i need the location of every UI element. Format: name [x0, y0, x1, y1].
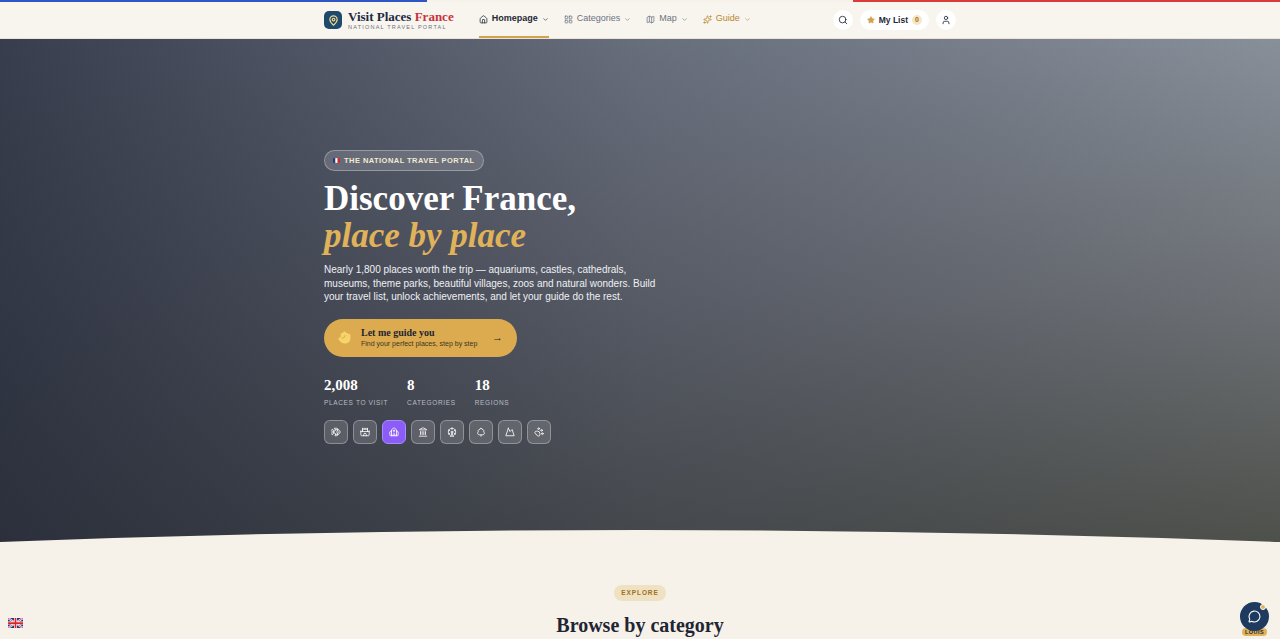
- hero: THE NATIONAL TRAVEL PORTAL Discover Franc…: [0, 39, 1280, 552]
- search-button[interactable]: [833, 10, 853, 30]
- logo-subtitle: NATIONAL TRAVEL PORTAL: [348, 25, 454, 31]
- language-button[interactable]: [8, 618, 23, 628]
- category-icon: [360, 427, 370, 437]
- stat: 18REGIONS: [475, 376, 510, 408]
- hero-wave: [0, 528, 1280, 552]
- chat-assistant[interactable]: LOUIS: [1240, 602, 1269, 636]
- top-bar: Visit Places France NATIONAL TRAVEL PORTA…: [0, 2, 1280, 39]
- browse-section: EXPLORE Browse by category: [0, 552, 1280, 637]
- main-nav: Homepage Categories Map Guide: [479, 2, 751, 38]
- category-shortcut[interactable]: [469, 420, 493, 444]
- category-shortcut[interactable]: [411, 420, 435, 444]
- stats: 2,008PLACES TO VISIT 8CATEGORIES 18REGIONS: [324, 376, 956, 408]
- category-shortcut[interactable]: [527, 420, 551, 444]
- hero-badge: THE NATIONAL TRAVEL PORTAL: [324, 150, 484, 171]
- nav-item[interactable]: Categories: [564, 2, 632, 38]
- guide-button[interactable]: Let me guide youFind your perfect places…: [324, 319, 517, 357]
- category-icon: [534, 427, 544, 437]
- category-shortcuts: [324, 420, 956, 444]
- chevron-down-icon: [542, 16, 549, 23]
- chevron-down-icon: [744, 16, 751, 23]
- category-icon: [389, 427, 399, 437]
- category-icon: [476, 427, 486, 437]
- nav-item-icon: [646, 15, 655, 24]
- category-icon: [331, 427, 341, 437]
- star-icon: [867, 16, 875, 24]
- hero-title: Discover France,place by place: [324, 180, 956, 254]
- chevron-down-icon: [681, 16, 688, 23]
- stat: 2,008PLACES TO VISIT: [324, 376, 388, 408]
- search-icon: [838, 15, 848, 25]
- category-icon: [447, 427, 457, 437]
- arrow: →: [492, 329, 503, 346]
- chevron-down-icon: [624, 16, 631, 23]
- nav-item[interactable]: Homepage: [479, 2, 549, 38]
- france-flag-icon: [333, 158, 340, 163]
- category-shortcut[interactable]: [382, 420, 406, 444]
- nav-item[interactable]: Guide: [703, 2, 751, 38]
- account-button[interactable]: [936, 10, 956, 30]
- my-list-count: 0: [912, 15, 922, 26]
- nav-item-icon: [479, 15, 488, 24]
- category-shortcut[interactable]: [324, 420, 348, 444]
- category-shortcut[interactable]: [353, 420, 377, 444]
- category-shortcut[interactable]: [498, 420, 522, 444]
- logo-title: Visit Places France: [348, 10, 454, 23]
- category-icon: [505, 427, 515, 437]
- category-shortcut[interactable]: [440, 420, 464, 444]
- chat-notification-dot: [1260, 604, 1266, 610]
- nav-item-icon: [703, 15, 712, 24]
- my-list-button[interactable]: My List0: [860, 10, 929, 30]
- category-icon: [418, 427, 428, 437]
- uk-flag-icon: [8, 618, 23, 628]
- section-eyebrow: EXPLORE: [614, 585, 665, 601]
- hand-icon: [338, 331, 351, 344]
- section-title: Browse by category: [556, 613, 723, 637]
- nav-item[interactable]: Map: [646, 2, 688, 38]
- tricolor-stripe: [0, 0, 1280, 2]
- user-icon: [941, 15, 951, 25]
- nav-item-icon: [564, 15, 573, 24]
- chat-icon: [1248, 610, 1261, 623]
- logo-pin-icon: [324, 11, 342, 29]
- logo[interactable]: Visit Places France NATIONAL TRAVEL PORTA…: [324, 10, 454, 31]
- hero-description: Nearly 1,800 places worth the trip — aqu…: [324, 263, 669, 304]
- hero-photo: [0, 39, 1280, 552]
- stat: 8CATEGORIES: [407, 376, 456, 408]
- page: Visit Places France NATIONAL TRAVEL PORTA…: [0, 0, 1280, 639]
